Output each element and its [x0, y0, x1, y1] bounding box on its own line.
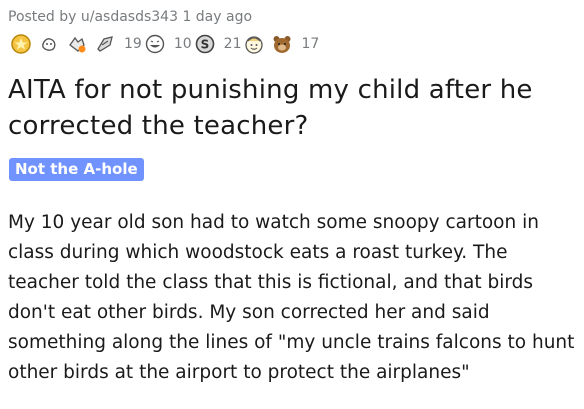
gold-award-icon	[11, 34, 31, 54]
helpful-award[interactable]	[66, 33, 88, 55]
award-count: 17	[301, 36, 320, 52]
award-count: 19	[124, 36, 142, 52]
rocket-like-award-icon	[97, 36, 113, 52]
bear-award-icon	[273, 36, 291, 53]
post-title[interactable]: AITA for not punishing my child after he…	[8, 72, 574, 144]
wholesome-award[interactable]	[38, 33, 60, 55]
award-count: 21	[223, 36, 242, 52]
wholesome-award-icon	[42, 38, 56, 51]
awards-bar[interactable]: 19 10 S 21 17	[10, 33, 321, 55]
face-award[interactable]	[243, 33, 265, 55]
rocket-like-award[interactable]	[94, 33, 116, 55]
gold-award[interactable]	[10, 33, 32, 55]
bear-award[interactable]	[271, 33, 293, 55]
post-body: My 10 year old son had to watch some sno…	[8, 212, 575, 383]
laughing-award-icon	[145, 34, 165, 54]
silver-award-icon: S	[195, 34, 214, 54]
award-count: 10	[173, 36, 192, 52]
post-meta: Posted by u/asdasds343 1 day ago	[8, 9, 253, 25]
silver-award[interactable]: S	[194, 33, 216, 55]
face-award-icon	[245, 36, 264, 54]
post-flair[interactable]: Not the A-hole	[9, 158, 144, 181]
laughing-award[interactable]	[144, 33, 166, 55]
svg-text:S: S	[200, 38, 209, 52]
helpful-award-icon	[69, 36, 86, 53]
